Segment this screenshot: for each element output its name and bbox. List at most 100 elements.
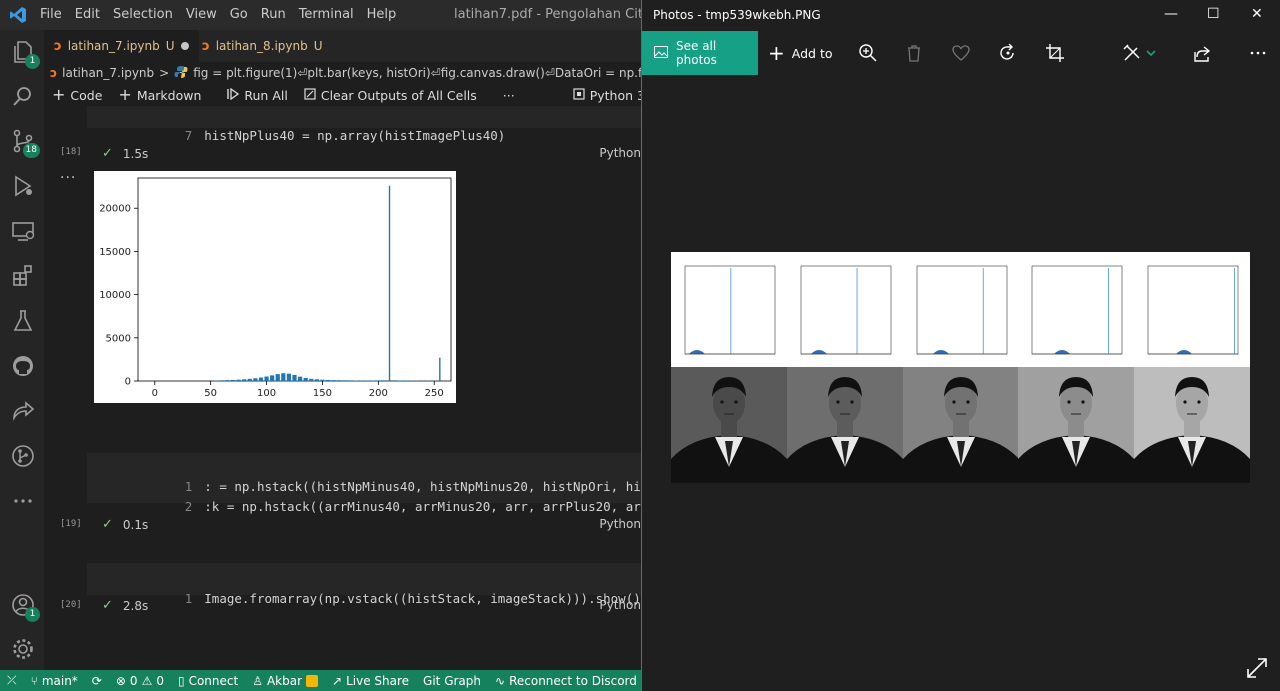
minimize-icon[interactable]: — (1164, 6, 1178, 22)
code-cell[interactable]: 1 Image.fromarray(np.vstack((histStack, i… (87, 563, 641, 606)
cell-language[interactable]: Python (599, 517, 641, 531)
user-icon: ♙ (252, 673, 263, 688)
explorer-icon[interactable]: 1 (10, 39, 40, 69)
line-number: 1 (184, 591, 193, 606)
run-all-button[interactable]: Run All (219, 87, 295, 103)
portrait-image (1018, 367, 1135, 483)
displayed-image[interactable] (671, 252, 1251, 483)
success-check-icon: ✓ (102, 146, 113, 161)
testing-icon[interactable] (10, 308, 36, 334)
y-tick-label: 20000 (99, 204, 131, 215)
connect-label: Connect (188, 673, 239, 688)
unsaved-dot-icon[interactable] (180, 42, 189, 50)
menu-terminal[interactable]: Terminal (299, 7, 354, 22)
close-icon[interactable]: ✕ (1251, 6, 1263, 22)
accounts-icon[interactable]: 1 (10, 592, 40, 622)
warning-icon: ⚠ (141, 673, 153, 688)
menu-file[interactable]: File (40, 7, 62, 22)
menu-run[interactable]: Run (261, 7, 286, 22)
git-graph-icon[interactable] (10, 443, 36, 469)
maximize-icon[interactable]: ☐ (1207, 6, 1220, 22)
kernel-icon (573, 87, 585, 103)
chevron-down-icon[interactable] (1145, 43, 1157, 63)
branch-name: main* (41, 673, 78, 688)
sync-button[interactable]: ⟳ (85, 674, 109, 688)
more-options-icon[interactable] (1248, 43, 1268, 63)
discord-button[interactable]: ∿ Reconnect to Discord (488, 674, 641, 688)
git-graph-button[interactable]: Git Graph (416, 674, 488, 688)
histogram-bar (337, 380, 342, 381)
github-icon[interactable] (10, 353, 36, 379)
menu-help[interactable]: Help (367, 7, 397, 22)
tab-latihan-7[interactable]: ↄ latihan_7.ipynb U (44, 30, 199, 62)
kernel-picker[interactable]: Python 3.9.0 64-b (565, 88, 641, 103)
error-count: 0 (129, 673, 138, 688)
crop-icon[interactable] (1045, 43, 1065, 63)
edit-tools-icon[interactable] (1122, 43, 1142, 63)
cell-duration: 2.8s (122, 598, 149, 613)
menu-selection[interactable]: Selection (113, 7, 173, 22)
breadcrumb-path[interactable]: fig = plt.figure(1)⏎plt.bar(keys, histOr… (193, 66, 641, 80)
extensions-icon[interactable] (10, 263, 36, 289)
clear-outputs-button[interactable]: Clear Outputs of All Cells (296, 88, 485, 103)
explorer-badge: 1 (25, 54, 40, 69)
histogram-bar (230, 379, 236, 381)
histogram-output: 0 50 100 150 200 250 0 5000 10000 15000 20000 (94, 171, 456, 403)
git-graph-label: Git Graph (423, 673, 482, 688)
add-markdown-button[interactable]: + Markdown (110, 87, 209, 103)
histogram-bar (292, 374, 297, 381)
histogram-bar (281, 373, 286, 381)
histogram-chart: 0 50 100 150 200 250 0 5000 10000 15000 20000 (99, 177, 452, 399)
photo-gallery-icon (654, 45, 668, 61)
code-line[interactable]: 1: = np.hstack((histNpMinus40, histNpMin… (87, 457, 641, 494)
photos-title: Photos - tmp539wkebh.PNG (653, 8, 821, 22)
cell-language[interactable]: Python (599, 598, 641, 612)
code-text: : = np.hstack((histNpMinus40, histNpMinu… (204, 479, 641, 494)
source-control-icon[interactable]: 18 (10, 128, 40, 158)
live-share-button[interactable]: ↗ Live Share (325, 674, 416, 688)
problems-indicator[interactable]: ⊗ 0 ⚠ 0 (109, 674, 171, 688)
execution-count: [20] (60, 600, 82, 610)
code-line[interactable]: 7 histNpPlus40 = np.array(histImagePlus40… (87, 106, 641, 143)
zoom-in-icon[interactable] (858, 43, 878, 63)
cell-language[interactable]: Python (599, 146, 641, 160)
breadcrumb-file[interactable]: latihan_7.ipynb (62, 66, 154, 80)
menu-view[interactable]: View (186, 7, 217, 22)
live-share-icon[interactable] (10, 398, 36, 424)
run-debug-icon[interactable] (10, 173, 36, 199)
share-icon[interactable] (1192, 43, 1212, 63)
user-indicator[interactable]: ♙ Akbar (245, 674, 325, 688)
rotate-icon[interactable] (998, 43, 1018, 63)
menu-go[interactable]: Go (230, 7, 248, 22)
manage-gear-icon[interactable] (10, 636, 36, 662)
photos-toolbar: See all photos + Add to (642, 31, 1280, 75)
branch-icon: ⑂ (30, 673, 38, 688)
plus-icon: + (768, 41, 785, 65)
user-name: Akbar (266, 673, 303, 688)
x-tick-label: 100 (257, 388, 276, 399)
remote-indicator[interactable]: ⤫ (0, 673, 24, 688)
remote-explorer-icon[interactable] (10, 218, 36, 244)
output-more-button[interactable]: ··· (60, 170, 76, 186)
clear-all-icon (304, 87, 316, 103)
tab-latihan-8[interactable]: ↄ latihan_8.ipynb U (192, 30, 333, 62)
favorite-heart-icon[interactable] (951, 43, 971, 63)
add-to-button[interactable]: + Add to (768, 31, 833, 75)
cell-duration: 1.5s (122, 146, 149, 161)
code-cell[interactable]: 1: = np.hstack((histNpMinus40, histNpMin… (87, 453, 641, 514)
code-cell[interactable]: 7 histNpPlus40 = np.array(histImagePlus40… (87, 106, 641, 143)
branch-indicator[interactable]: ⑂ main* (24, 674, 85, 688)
toolbar-more-button[interactable]: ··· (495, 88, 523, 103)
see-all-photos-button[interactable]: See all photos (642, 31, 758, 75)
code-line[interactable]: 1 Image.fromarray(np.vstack((histStack, i… (87, 569, 641, 606)
full-screen-icon[interactable] (1246, 657, 1268, 679)
delete-icon[interactable] (904, 43, 924, 63)
menu-edit[interactable]: Edit (75, 7, 100, 22)
search-icon[interactable] (10, 83, 36, 109)
add-code-button[interactable]: + Code (44, 87, 110, 103)
histogram-bar (439, 357, 441, 381)
x-tick-label: 50 (204, 388, 217, 399)
scm-badge: 18 (22, 143, 40, 158)
connect-button[interactable]: ▯ Connect (171, 674, 245, 688)
more-views-icon[interactable] (10, 488, 36, 514)
